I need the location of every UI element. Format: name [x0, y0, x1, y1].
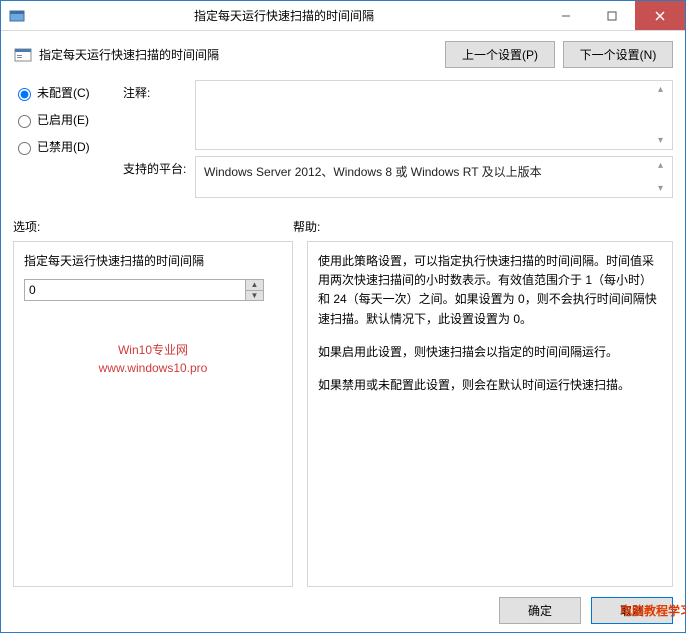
radio-group: 未配置(C) 已启用(E) 已禁用(D) — [13, 80, 123, 204]
next-setting-button[interactable]: 下一个设置(N) — [563, 41, 673, 68]
app-icon — [9, 8, 25, 24]
comment-label: 注释: — [123, 80, 195, 150]
help-paragraph: 如果禁用或未配置此设置，则会在默认时间运行快速扫描。 — [318, 376, 662, 395]
options-panel: 指定每天运行快速扫描的时间间隔 ▲ ▼ Win10专业网 www.windows… — [13, 241, 293, 587]
content-area: 指定每天运行快速扫描的时间间隔 上一个设置(P) 下一个设置(N) 未配置(C)… — [1, 31, 685, 632]
radio-label: 未配置(C) — [37, 84, 90, 101]
footer-buttons: 确定 取消电脑教程学习网 — [13, 587, 673, 624]
titlebar: 指定每天运行快速扫描的时间间隔 — [1, 1, 685, 31]
previous-setting-button[interactable]: 上一个设置(P) — [445, 41, 555, 68]
info-column: 注释: ▴ ▾ 支持的平台: Windows Server 2012、Windo… — [123, 80, 673, 204]
header-row: 指定每天运行快速扫描的时间间隔 上一个设置(P) 下一个设置(N) — [13, 41, 673, 68]
overlay-watermark: 电脑教程学习网 — [620, 602, 686, 619]
window-title: 指定每天运行快速扫描的时间间隔 — [25, 7, 543, 24]
option-field-label: 指定每天运行快速扫描的时间间隔 — [24, 252, 282, 269]
watermark-line1: Win10专业网 — [24, 341, 282, 359]
radio-label: 已启用(E) — [37, 111, 89, 128]
panels-row: 指定每天运行快速扫描的时间间隔 ▲ ▼ Win10专业网 www.windows… — [13, 241, 673, 587]
scroll-up-icon[interactable]: ▴ — [658, 84, 668, 95]
watermark-text: Win10专业网 www.windows10.pro — [24, 341, 282, 377]
interval-spinbox[interactable]: ▲ ▼ — [24, 279, 264, 301]
cancel-button[interactable]: 取消电脑教程学习网 — [591, 597, 673, 624]
radio-not-configured[interactable]: 未配置(C) — [13, 84, 123, 101]
help-paragraph: 如果启用此设置，则快速扫描会以指定的时间间隔运行。 — [318, 343, 662, 362]
spin-up-button[interactable]: ▲ — [246, 280, 263, 291]
platform-text-box: Windows Server 2012、Windows 8 或 Windows … — [195, 156, 673, 198]
radio-disabled[interactable]: 已禁用(D) — [13, 138, 123, 155]
platform-text: Windows Server 2012、Windows 8 或 Windows … — [204, 165, 542, 179]
policy-icon — [13, 45, 33, 65]
watermark-line2: www.windows10.pro — [24, 359, 282, 377]
window-controls — [543, 1, 685, 30]
dialog-window: 指定每天运行快速扫描的时间间隔 指定每天运行快速扫描的时间间隔 上一个设置(P)… — [0, 0, 686, 633]
minimize-button[interactable] — [543, 1, 589, 30]
radio-disabled-input[interactable] — [18, 142, 31, 155]
scroll-down-icon[interactable]: ▾ — [658, 135, 668, 146]
spin-down-button[interactable]: ▼ — [246, 291, 263, 301]
panel-labels: 选项: 帮助: — [13, 218, 673, 235]
radio-not-configured-input[interactable] — [18, 88, 31, 101]
config-area: 未配置(C) 已启用(E) 已禁用(D) 注释: ▴ ▾ — [13, 80, 673, 204]
platform-label: 支持的平台: — [123, 156, 195, 198]
policy-title: 指定每天运行快速扫描的时间间隔 — [39, 46, 445, 63]
scroll-down-icon[interactable]: ▾ — [658, 183, 668, 194]
help-label: 帮助: — [293, 218, 320, 235]
help-panel: 使用此策略设置，可以指定执行快速扫描的时间间隔。时间值采用两次快速扫描间的小时数… — [307, 241, 673, 587]
radio-label: 已禁用(D) — [37, 138, 90, 155]
help-paragraph: 使用此策略设置，可以指定执行快速扫描的时间间隔。时间值采用两次快速扫描间的小时数… — [318, 252, 662, 329]
comment-textarea[interactable]: ▴ ▾ — [195, 80, 673, 150]
options-label: 选项: — [13, 218, 293, 235]
maximize-button[interactable] — [589, 1, 635, 30]
radio-enabled-input[interactable] — [18, 115, 31, 128]
ok-button[interactable]: 确定 — [499, 597, 581, 624]
close-button[interactable] — [635, 1, 685, 30]
radio-enabled[interactable]: 已启用(E) — [13, 111, 123, 128]
scroll-up-icon[interactable]: ▴ — [658, 160, 668, 171]
interval-input[interactable] — [25, 280, 245, 300]
